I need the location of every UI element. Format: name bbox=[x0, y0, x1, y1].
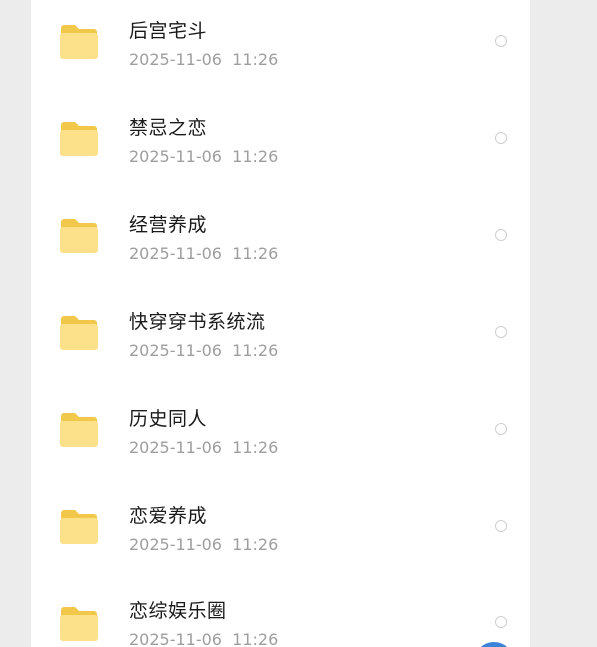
folder-name: 后宫宅斗 bbox=[129, 20, 208, 42]
list-item[interactable]: 禁忌之恋 2025-11-06 11:26 bbox=[31, 77, 530, 174]
folder-icon bbox=[58, 509, 100, 545]
folder-name: 快穿穿书系统流 bbox=[129, 311, 266, 333]
folder-icon bbox=[58, 24, 100, 60]
select-radio[interactable] bbox=[495, 423, 507, 435]
folder-name: 经营养成 bbox=[129, 214, 208, 236]
screen: 后宫宅斗 2025-11-06 11:26 禁忌之恋 2025-11-06 11… bbox=[0, 0, 597, 647]
file-list-card: 后宫宅斗 2025-11-06 11:26 禁忌之恋 2025-11-06 11… bbox=[31, 0, 530, 647]
folder-icon bbox=[58, 606, 100, 642]
list-item[interactable]: 经营养成 2025-11-06 11:26 bbox=[31, 174, 530, 271]
folder-date: 2025-11-06 11:26 bbox=[129, 341, 279, 360]
list-item[interactable]: 后宫宅斗 2025-11-06 11:26 bbox=[31, 0, 530, 77]
select-radio[interactable] bbox=[495, 132, 507, 144]
folder-name: 恋综娱乐圈 bbox=[129, 600, 227, 622]
folder-name: 禁忌之恋 bbox=[129, 117, 208, 139]
folder-date: 2025-11-06 11:26 bbox=[129, 630, 279, 647]
folder-date: 2025-11-06 11:26 bbox=[129, 244, 279, 263]
folder-icon bbox=[58, 218, 100, 254]
list-item[interactable]: 恋综娱乐圈 2025-11-06 11:26 bbox=[31, 562, 530, 647]
list-item[interactable]: 恋爱养成 2025-11-06 11:26 bbox=[31, 465, 530, 562]
folder-date: 2025-11-06 11:26 bbox=[129, 147, 279, 166]
select-radio[interactable] bbox=[495, 35, 507, 47]
folder-name: 恋爱养成 bbox=[129, 505, 208, 527]
select-radio[interactable] bbox=[495, 520, 507, 532]
folder-date: 2025-11-06 11:26 bbox=[129, 438, 279, 457]
select-radio[interactable] bbox=[495, 326, 507, 338]
select-radio[interactable] bbox=[495, 229, 507, 241]
folder-icon bbox=[58, 315, 100, 351]
folder-icon bbox=[58, 121, 100, 157]
list-item[interactable]: 历史同人 2025-11-06 11:26 bbox=[31, 368, 530, 465]
folder-date: 2025-11-06 11:26 bbox=[129, 50, 279, 69]
folder-name: 历史同人 bbox=[129, 408, 208, 430]
folder-date: 2025-11-06 11:26 bbox=[129, 535, 279, 554]
folder-icon bbox=[58, 412, 100, 448]
list-item[interactable]: 快穿穿书系统流 2025-11-06 11:26 bbox=[31, 271, 530, 368]
select-radio[interactable] bbox=[495, 616, 507, 628]
